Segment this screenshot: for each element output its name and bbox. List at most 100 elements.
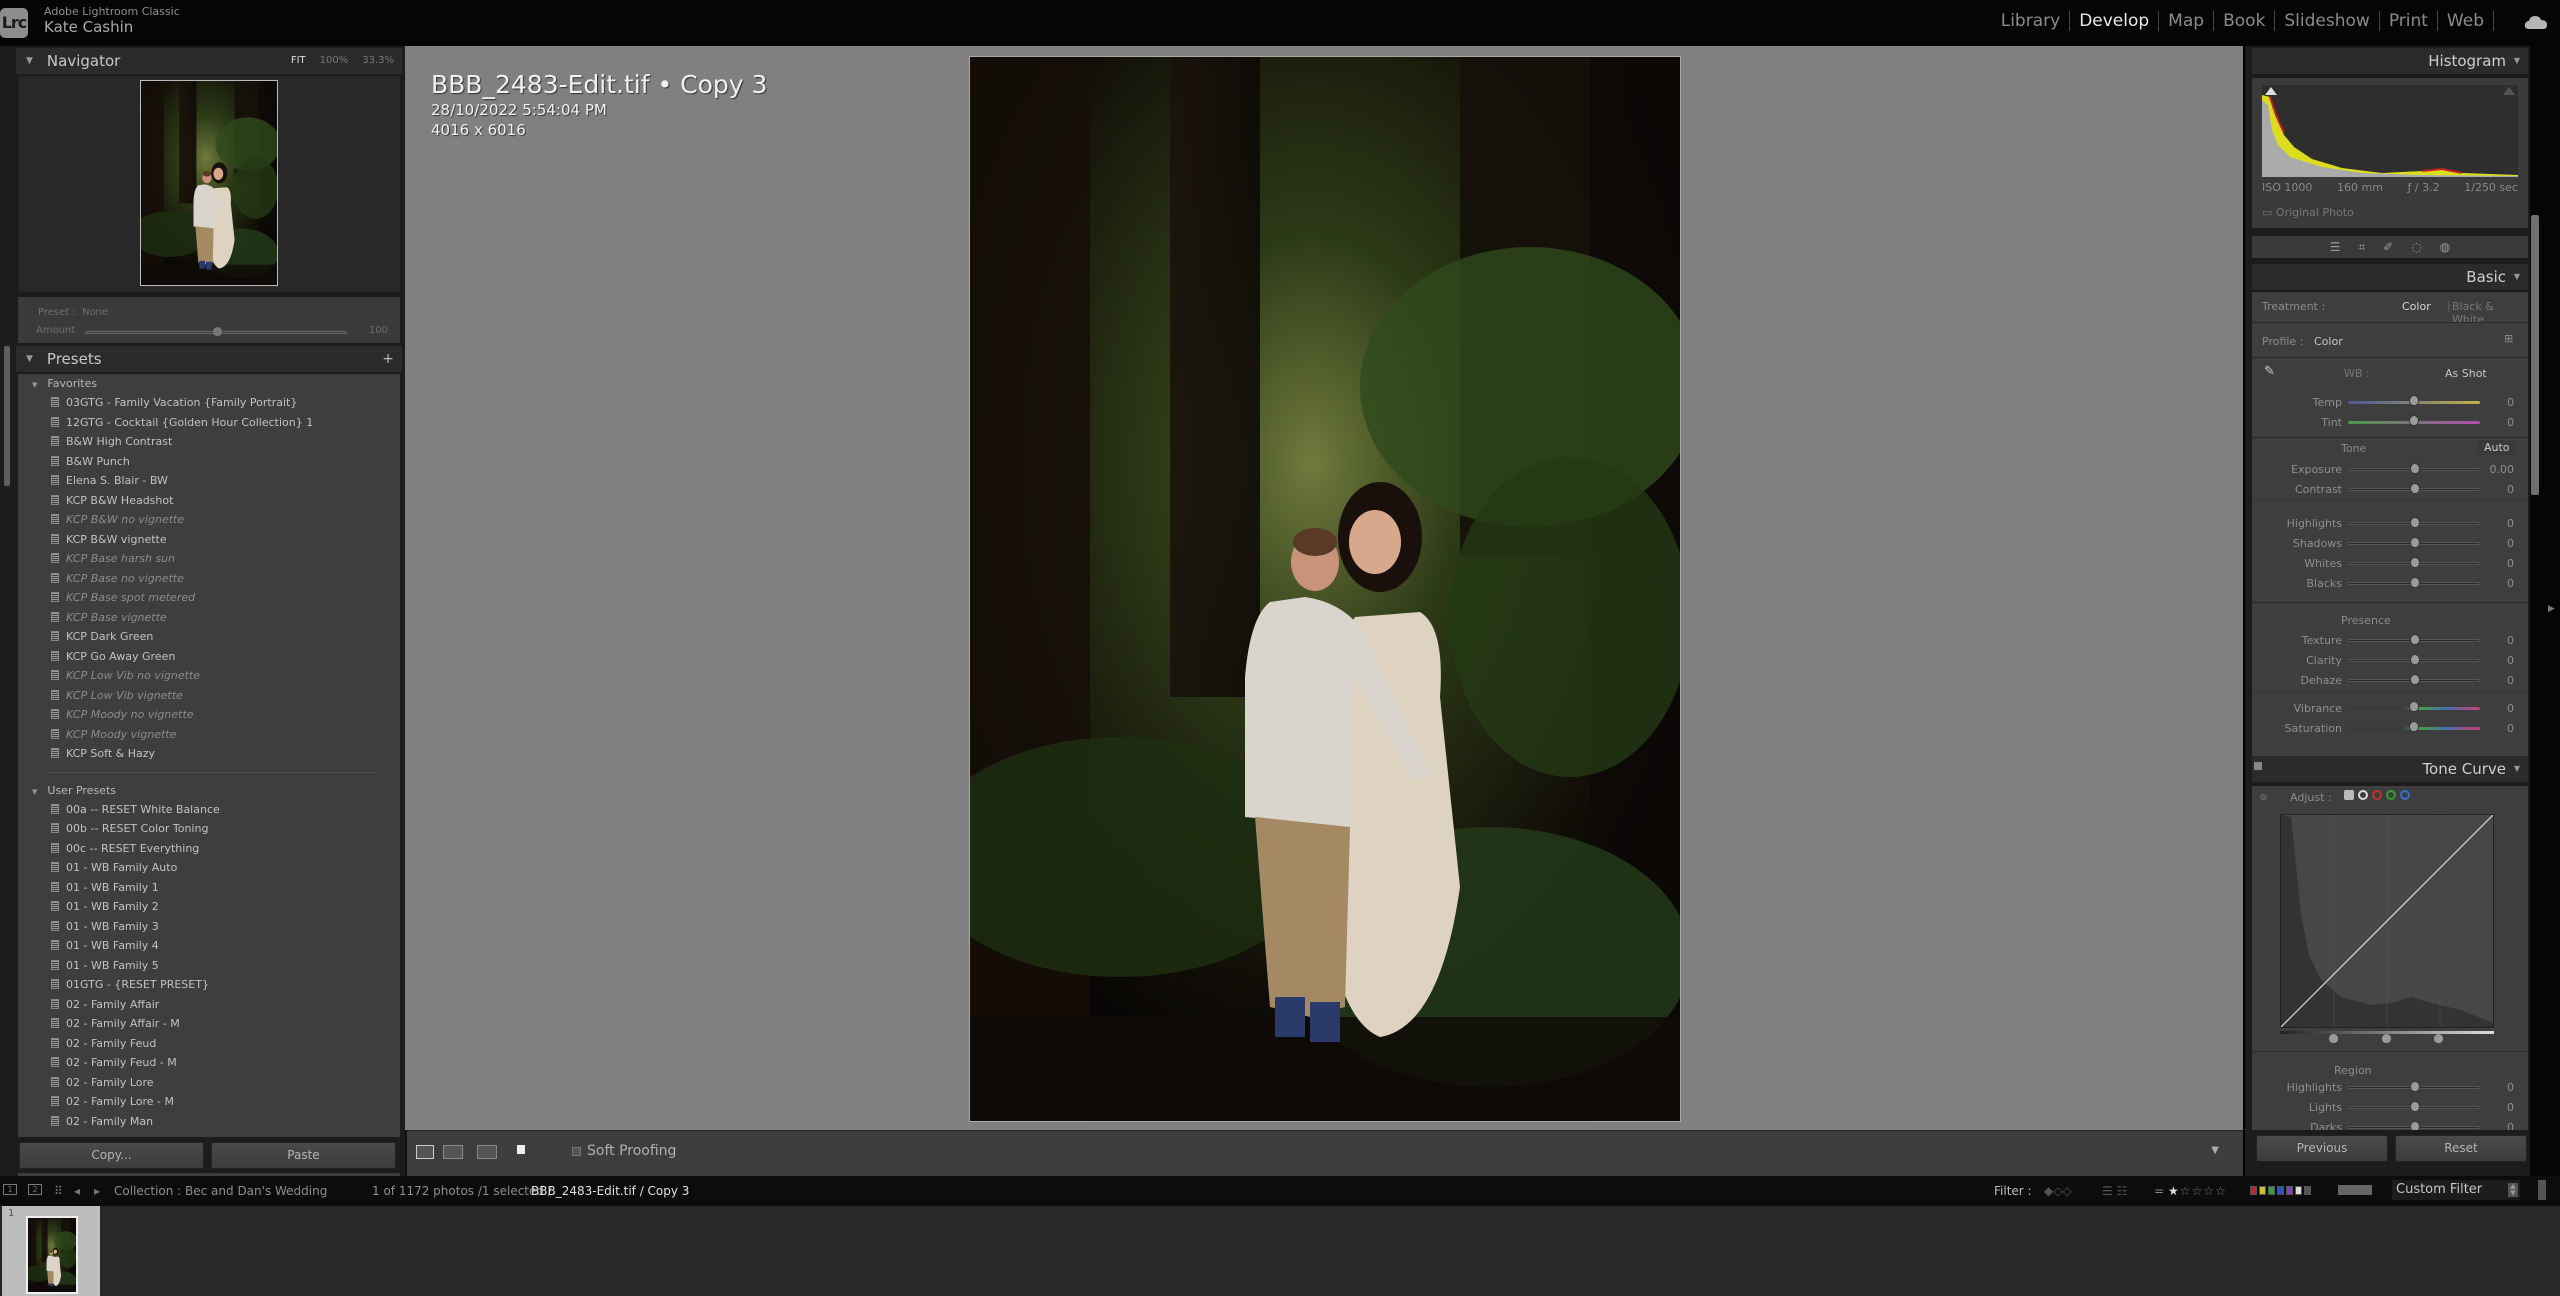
- slider-track[interactable]: [2348, 395, 2480, 406]
- original-photo-checkbox-icon[interactable]: ▭: [2262, 206, 2272, 219]
- curve-channel-blue-icon[interactable]: [2400, 790, 2410, 800]
- flag-icon[interactable]: [517, 1145, 525, 1154]
- preset-item[interactable]: 03GTG - Family Vacation {Family Portrait…: [18, 393, 400, 413]
- slider-track[interactable]: [2348, 537, 2480, 548]
- auto-tone-button[interactable]: Auto: [2478, 440, 2516, 455]
- slider-thumb[interactable]: [2410, 1081, 2420, 1092]
- preset-item[interactable]: 00b -- RESET Color Toning: [18, 819, 400, 839]
- split-point-mid[interactable]: [2382, 1034, 2391, 1043]
- presets-header[interactable]: ▼ Presets +: [16, 346, 402, 372]
- mask-icon[interactable]: ◍: [2440, 240, 2450, 254]
- rating-star-icon[interactable]: ★: [2168, 1184, 2180, 1198]
- preset-item[interactable]: 02 - Family Feud - M: [18, 1053, 400, 1073]
- navigator-preview[interactable]: [18, 76, 400, 292]
- filter-lock-icon[interactable]: [2538, 1180, 2546, 1200]
- add-preset-icon[interactable]: +: [382, 351, 394, 367]
- slider-value[interactable]: 0: [2507, 722, 2514, 735]
- module-library[interactable]: Library: [1992, 11, 2071, 31]
- highlight-clipping-icon[interactable]: [2503, 87, 2515, 95]
- preset-item[interactable]: KCP Dark Green: [18, 627, 400, 647]
- flag-filter-icons[interactable]: ◆◇◇: [2044, 1184, 2072, 1198]
- soft-proofing-checkbox[interactable]: [572, 1146, 581, 1156]
- target-adjust-icon[interactable]: ◎: [2260, 792, 2267, 801]
- preset-item[interactable]: KCP Moody no vignette: [18, 705, 400, 725]
- curve-channel-green-icon[interactable]: [2386, 790, 2396, 800]
- treatment-color-option[interactable]: Color: [2402, 300, 2431, 313]
- before-after-tb-icon[interactable]: [477, 1145, 497, 1159]
- preset-item[interactable]: KCP B&W Headshot: [18, 491, 400, 511]
- color-label-swatch[interactable]: [2268, 1186, 2275, 1195]
- filmstrip-thumbnail[interactable]: [26, 1216, 78, 1294]
- rating-star-icon[interactable]: ☆: [2215, 1184, 2227, 1198]
- preset-item[interactable]: B&W Punch: [18, 452, 400, 472]
- slider-thumb[interactable]: [2410, 654, 2420, 665]
- slider-track[interactable]: [2348, 1081, 2480, 1092]
- paste-button[interactable]: Paste: [211, 1142, 396, 1169]
- tone-curve-header[interactable]: Tone Curve ▼: [2252, 756, 2528, 782]
- preset-item[interactable]: KCP Base no vignette: [18, 569, 400, 589]
- module-map[interactable]: Map: [2159, 11, 2215, 31]
- reset-button[interactable]: Reset: [2395, 1135, 2527, 1162]
- slider-value[interactable]: 0: [2507, 634, 2514, 647]
- preset-item[interactable]: KCP Base vignette: [18, 608, 400, 628]
- preset-item[interactable]: KCP Base harsh sun: [18, 549, 400, 569]
- copy-button[interactable]: Copy...: [19, 1142, 204, 1169]
- secondary-display-icon[interactable]: 2: [28, 1184, 42, 1195]
- crop-icon[interactable]: ⌗: [2358, 240, 2365, 255]
- heal-icon[interactable]: ✐: [2383, 240, 2393, 254]
- preset-item[interactable]: 01 - WB Family 5: [18, 956, 400, 976]
- slider-value[interactable]: 0: [2507, 702, 2514, 715]
- slider-value[interactable]: 0: [2507, 674, 2514, 687]
- wb-eyedropper-icon[interactable]: ✎: [2264, 364, 2275, 379]
- split-point-dark[interactable]: [2329, 1034, 2338, 1043]
- navigator-zoom-1[interactable]: 100%: [320, 48, 349, 74]
- slider-thumb[interactable]: [2410, 1101, 2420, 1112]
- split-point-light[interactable]: [2434, 1034, 2443, 1043]
- histogram-header[interactable]: Histogram ▼: [2252, 48, 2528, 74]
- custom-filter-select[interactable]: Custom Filter ▲ ▼: [2392, 1180, 2520, 1200]
- preset-group-user-presets[interactable]: ▼ User Presets: [18, 781, 400, 800]
- loupe-view-icon[interactable]: [416, 1145, 434, 1159]
- soft-proofing-toggle[interactable]: Soft Proofing: [572, 1143, 676, 1159]
- preset-item[interactable]: KCP Base spot metered: [18, 588, 400, 608]
- profile-browser-icon[interactable]: ⊞: [2504, 332, 2513, 345]
- slider-track[interactable]: [2348, 483, 2480, 494]
- forward-arrow-icon[interactable]: ▸: [94, 1184, 100, 1198]
- preset-item[interactable]: 02 - Family Man: [18, 1112, 400, 1132]
- navigator-zoom-0[interactable]: FIT: [291, 48, 306, 74]
- preset-item[interactable]: 01 - WB Family 2: [18, 897, 400, 917]
- preset-item[interactable]: KCP Low Vib vignette: [18, 686, 400, 706]
- slider-value[interactable]: 0: [2507, 517, 2514, 530]
- slider-thumb[interactable]: [2410, 483, 2420, 494]
- wb-select[interactable]: As Shot: [2445, 367, 2487, 380]
- color-label-swatch[interactable]: [2286, 1186, 2293, 1195]
- color-label-swatch[interactable]: [2304, 1186, 2311, 1195]
- preset-item[interactable]: 01 - WB Family 4: [18, 936, 400, 956]
- rating-operator[interactable]: =: [2154, 1184, 2164, 1198]
- slider-thumb[interactable]: [2410, 1121, 2420, 1130]
- amount-slider-thumb[interactable]: [213, 327, 222, 336]
- preset-item[interactable]: 02 - Family Lore - M: [18, 1092, 400, 1112]
- preset-item[interactable]: KCP Moody vignette: [18, 725, 400, 745]
- slider-thumb[interactable]: [2409, 721, 2419, 732]
- preset-group-favorites[interactable]: ▼ Favorites: [18, 374, 400, 393]
- navigator-zoom-2[interactable]: 33.3%: [362, 48, 394, 74]
- slider-thumb[interactable]: [2410, 537, 2420, 548]
- cloud-icon[interactable]: [2524, 14, 2548, 30]
- toolbar-content-menu-icon[interactable]: ▼: [2211, 1145, 2219, 1156]
- slider-track[interactable]: [2348, 577, 2480, 588]
- color-label-swatch[interactable]: [2295, 1186, 2302, 1195]
- slider-thumb[interactable]: [2410, 557, 2420, 568]
- curve-channel-rgb-icon[interactable]: [2358, 790, 2368, 800]
- preset-item[interactable]: Elena S. Blair - BW: [18, 471, 400, 491]
- curve-channel-red-icon[interactable]: [2372, 790, 2382, 800]
- slider-thumb[interactable]: [2410, 674, 2420, 685]
- color-label-swatch[interactable]: [2277, 1186, 2284, 1195]
- slider-value[interactable]: 0: [2507, 416, 2514, 429]
- rating-star-icon[interactable]: ☆: [2192, 1184, 2204, 1198]
- preset-item[interactable]: 01GTG - {RESET PRESET}: [18, 975, 400, 995]
- shadow-clipping-icon[interactable]: [2265, 87, 2277, 95]
- slider-thumb[interactable]: [2410, 463, 2420, 474]
- module-develop[interactable]: Develop: [2070, 11, 2160, 31]
- slider-value[interactable]: 0: [2507, 577, 2514, 590]
